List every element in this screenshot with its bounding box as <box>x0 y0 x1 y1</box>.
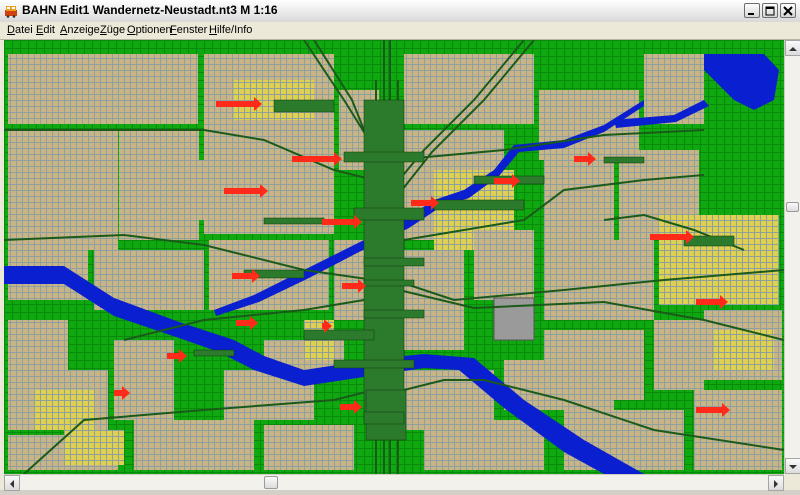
scroll-right-button[interactable] <box>768 475 784 491</box>
city-block <box>654 320 704 390</box>
menu-anzeige[interactable]: Anzeige <box>60 24 100 36</box>
title-bar[interactable]: BAHN Edit1 Wandernetz-Neustadt.nt3 M 1:1… <box>0 0 800 23</box>
station-platform <box>603 156 645 164</box>
horizontal-scrollbar[interactable] <box>4 474 784 491</box>
city-block <box>134 420 254 470</box>
menu-edit[interactable]: Edit <box>36 24 55 36</box>
city-block <box>544 150 614 240</box>
rail-yard <box>493 297 535 341</box>
station-platform <box>353 207 425 221</box>
city-block <box>264 425 354 470</box>
station-platform <box>343 151 425 163</box>
station-platform <box>363 279 415 287</box>
city-block <box>114 340 174 420</box>
menu-bar: Datei Edit Anzeige Züge Optionen Fenster… <box>0 22 800 40</box>
network-map-canvas[interactable] <box>4 40 784 474</box>
station-platform <box>263 217 325 225</box>
scroll-up-button[interactable] <box>785 40 800 56</box>
scroll-left-button[interactable] <box>4 475 20 491</box>
menu-optionen[interactable]: Optionen <box>127 24 172 36</box>
minimize-button[interactable] <box>744 3 760 18</box>
city-block <box>164 160 214 220</box>
menu-datei[interactable]: Datei <box>7 24 33 36</box>
city-block <box>424 420 544 470</box>
vertical-scroll-thumb[interactable] <box>786 202 799 212</box>
app-window: BAHN Edit1 Wandernetz-Neustadt.nt3 M 1:1… <box>0 0 800 491</box>
bahn-app-icon[interactable] <box>4 4 18 18</box>
size-grip[interactable] <box>784 474 800 490</box>
minimize-icon <box>748 13 754 15</box>
arrow-down-icon <box>789 465 797 469</box>
station-platform <box>363 257 425 267</box>
window-title: BAHN Edit1 Wandernetz-Neustadt.nt3 M 1:1… <box>22 3 278 17</box>
close-button[interactable] <box>780 3 796 18</box>
city-block <box>8 54 198 124</box>
station-platform <box>363 309 425 319</box>
city-block <box>644 54 704 124</box>
city-block <box>659 215 779 305</box>
close-icon <box>783 6 793 16</box>
scroll-down-button[interactable] <box>785 458 800 474</box>
station-platform <box>363 411 405 425</box>
city-block <box>34 390 94 430</box>
maximize-icon <box>765 6 775 16</box>
horizontal-scroll-thumb[interactable] <box>264 476 278 489</box>
arrow-right-icon <box>774 480 778 488</box>
rail-network-map[interactable] <box>4 40 784 474</box>
city-block <box>694 390 782 470</box>
city-block <box>8 320 68 370</box>
station-platform <box>303 329 375 341</box>
city-block <box>474 240 514 270</box>
city-block <box>8 130 118 250</box>
station-platform <box>333 359 415 369</box>
menu-hilfe-info[interactable]: Hilfe/Info <box>209 24 252 36</box>
arrow-left-icon <box>10 480 14 488</box>
arrow-up-icon <box>789 47 797 51</box>
station-platform <box>193 349 235 357</box>
maximize-button[interactable] <box>762 3 778 18</box>
vertical-scrollbar[interactable] <box>784 40 800 474</box>
city-block <box>64 430 124 465</box>
station-platform <box>273 99 335 113</box>
menu-zuege[interactable]: Züge <box>100 24 125 36</box>
menu-fenster[interactable]: Fenster <box>170 24 207 36</box>
station-platform <box>433 199 525 211</box>
